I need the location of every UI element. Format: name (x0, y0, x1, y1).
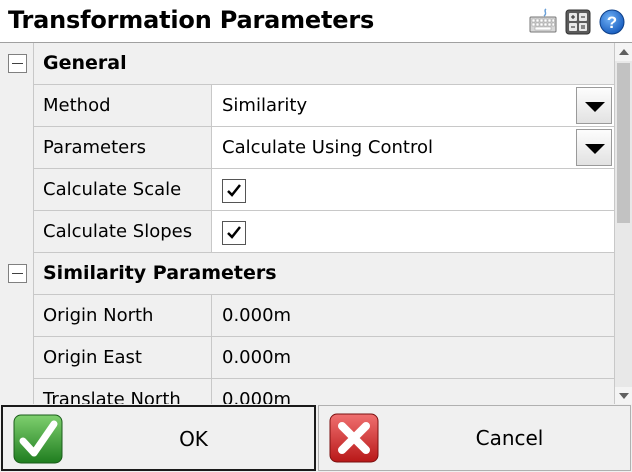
parameters-value: Calculate Using Control (222, 137, 433, 158)
window-title: Transformation Parameters (8, 6, 375, 34)
row-label: Calculate Slopes (34, 211, 212, 252)
calculate-scale-cell (212, 169, 614, 210)
calculator-icon[interactable] (565, 9, 591, 35)
collapse-similarity-icon[interactable] (8, 264, 27, 283)
origin-north-value: 0.000m (212, 295, 614, 336)
checkmark-icon (227, 184, 241, 197)
row-label: Translate North (34, 379, 212, 404)
checkmark-icon (227, 226, 241, 239)
method-dropdown[interactable]: Similarity (212, 85, 614, 126)
row-parameters[interactable]: Parameters Calculate Using Control (34, 127, 614, 169)
scrollbar-thumb[interactable] (617, 63, 630, 223)
row-method[interactable]: Method Similarity (34, 85, 614, 127)
row-translate-north[interactable]: Translate North 0.000m (34, 379, 614, 404)
calculate-slopes-cell (212, 211, 614, 252)
dropdown-arrow-icon[interactable] (576, 87, 612, 124)
row-label: Calculate Scale (34, 169, 212, 210)
calculate-slopes-checkbox[interactable] (222, 221, 246, 245)
collapse-general-icon[interactable] (8, 54, 27, 73)
row-calculate-slopes[interactable]: Calculate Slopes (34, 211, 614, 253)
title-bar: Transformation Parameters ? (0, 0, 632, 42)
ok-label: OK (179, 427, 208, 451)
property-grid: General Method Similarity Parameters Cal… (0, 42, 632, 404)
scroll-down-icon[interactable] (615, 387, 632, 404)
row-label: Parameters (34, 127, 212, 168)
cancel-button[interactable]: Cancel (318, 405, 631, 471)
keyboard-icon[interactable] (529, 7, 557, 35)
svg-text:?: ? (607, 13, 617, 32)
translate-north-value: 0.000m (212, 379, 614, 404)
button-bar: OK Cancel (0, 404, 632, 472)
cancel-label: Cancel (475, 426, 544, 450)
row-label: Origin North (34, 295, 212, 336)
calculate-scale-checkbox[interactable] (222, 179, 246, 203)
row-label: Origin East (34, 337, 212, 378)
section-header-general[interactable]: General (34, 43, 614, 85)
method-value: Similarity (222, 95, 308, 116)
dropdown-arrow-icon[interactable] (576, 129, 612, 166)
row-label: Method (34, 85, 212, 126)
row-origin-north[interactable]: Origin North 0.000m (34, 295, 614, 337)
origin-east-value: 0.000m (212, 337, 614, 378)
grid-gutter (0, 43, 34, 404)
vertical-scrollbar[interactable] (614, 43, 632, 404)
row-origin-east[interactable]: Origin East 0.000m (34, 337, 614, 379)
parameters-dropdown[interactable]: Calculate Using Control (212, 127, 614, 168)
row-calculate-scale[interactable]: Calculate Scale (34, 169, 614, 211)
help-icon[interactable]: ? (599, 9, 625, 35)
scroll-up-icon[interactable] (615, 43, 632, 61)
section-header-similarity[interactable]: Similarity Parameters (34, 253, 614, 295)
ok-button[interactable]: OK (1, 405, 316, 471)
